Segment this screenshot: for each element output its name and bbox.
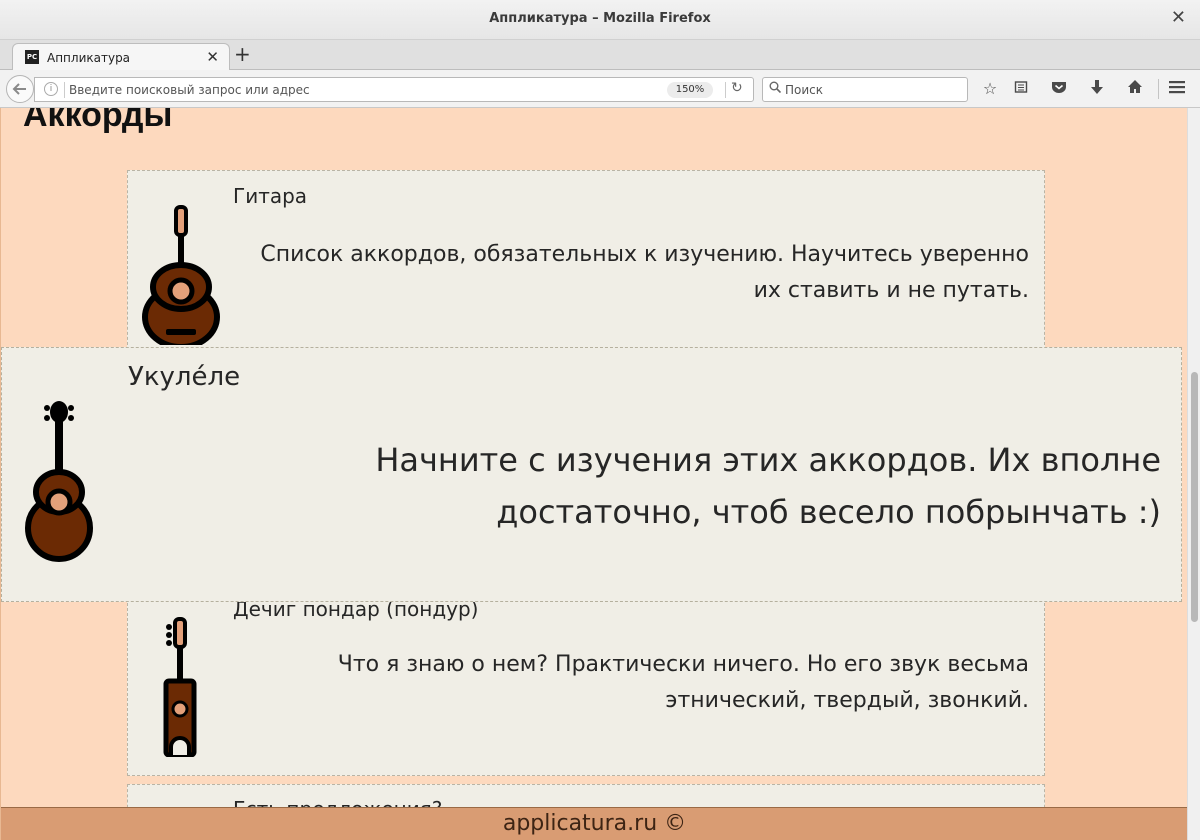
scrollbar-thumb[interactable] <box>1191 372 1198 622</box>
bookmark-star-icon[interactable]: ☆ <box>979 79 1001 99</box>
instrument-card-ukulele[interactable]: Укуле́ле Начните с изучения этих аккордо… <box>1 347 1182 602</box>
tab-close-button[interactable]: ✕ <box>206 48 219 66</box>
instrument-card-guitar[interactable]: Гитара Список аккордов, обязательных к и… <box>127 170 1045 350</box>
toolbar-separator <box>1158 79 1159 99</box>
tab-applicatura[interactable]: PC Аппликатура ✕ <box>12 43 230 71</box>
instrument-description: Список аккордов, обязательных к изучению… <box>260 242 1029 303</box>
reload-separator <box>725 82 726 98</box>
instrument-description: Что я знаю о нем? Практически ничего. Но… <box>337 652 1029 713</box>
window-titlebar: Аппликатура – Mozilla Firefox ✕ <box>0 0 1200 40</box>
guitar-icon <box>142 205 220 345</box>
instrument-name: Укуле́ле <box>128 362 241 392</box>
window-close-button[interactable]: ✕ <box>1171 8 1186 28</box>
search-icon <box>769 81 782 97</box>
instrument-name: Гитара <box>233 184 308 208</box>
pycharm-favicon-icon: PC <box>25 50 39 64</box>
instrument-card-pondur[interactable]: Дечиг пондар (пондур) Что я знаю о нем? … <box>127 578 1045 776</box>
reload-icon[interactable]: ↻ <box>731 80 743 96</box>
window-title: Аппликатура – Mozilla Firefox <box>489 11 711 26</box>
url-bar[interactable]: i 150% ↻ <box>34 77 754 102</box>
ukulele-icon <box>25 401 93 562</box>
back-arrow-icon <box>12 83 26 95</box>
page-footer: applicatura.ru © <box>1 807 1187 840</box>
search-input[interactable] <box>785 80 963 99</box>
search-bar[interactable] <box>762 77 968 102</box>
reading-list-icon[interactable] <box>1010 79 1032 99</box>
pocket-icon[interactable] <box>1048 79 1070 99</box>
menu-hamburger-icon[interactable] <box>1166 79 1188 99</box>
url-input[interactable] <box>69 80 649 99</box>
site-info-icon[interactable]: i <box>44 82 58 96</box>
tab-title: Аппликатура <box>47 51 131 65</box>
vertical-scrollbar[interactable] <box>1187 108 1200 840</box>
new-tab-button[interactable]: + <box>234 44 251 64</box>
tab-strip: PC Аппликатура ✕ <box>0 40 1200 71</box>
home-icon[interactable] <box>1124 79 1146 99</box>
instrument-description: Начните с изучения этих аккордов. Их впо… <box>375 441 1161 531</box>
downloads-icon[interactable] <box>1086 79 1108 99</box>
zoom-indicator[interactable]: 150% <box>667 82 713 98</box>
back-button[interactable] <box>6 75 34 103</box>
pondur-icon <box>163 617 197 757</box>
page-title: Аккорды <box>23 108 173 134</box>
page-content: Аккорды Гитара Список аккордов, обязател… <box>0 108 1187 840</box>
navigation-toolbar: i 150% ↻ ☆ <box>0 70 1200 108</box>
url-separator <box>64 82 65 98</box>
